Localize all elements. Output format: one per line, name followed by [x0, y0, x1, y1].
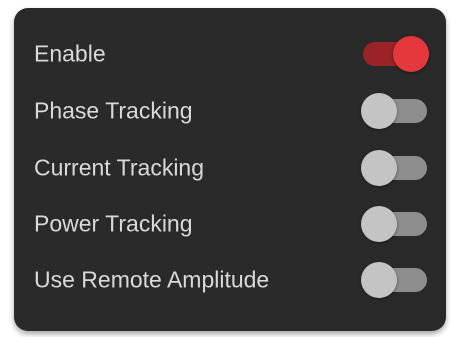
power-tracking-row: Power Tracking	[14, 204, 446, 244]
enable-label: Enable	[34, 40, 106, 67]
toggle-thumb	[361, 262, 397, 298]
phase-tracking-row: Phase Tracking	[14, 91, 446, 131]
phase-tracking-label: Phase Tracking	[34, 97, 193, 124]
current-tracking-label: Current Tracking	[34, 154, 205, 181]
enable-row: Enable	[14, 34, 446, 74]
phase-tracking-toggle[interactable]	[361, 93, 429, 129]
use-remote-amplitude-label: Use Remote Amplitude	[34, 266, 270, 293]
toggle-thumb	[361, 93, 397, 129]
power-tracking-label: Power Tracking	[34, 210, 193, 237]
current-tracking-row: Current Tracking	[14, 148, 446, 188]
use-remote-amplitude-toggle[interactable]	[361, 262, 429, 298]
use-remote-amplitude-row: Use Remote Amplitude	[14, 260, 446, 300]
toggle-thumb	[361, 206, 397, 242]
toggle-thumb	[361, 150, 397, 186]
settings-panel: Enable Phase Tracking Current Tracking P…	[14, 8, 446, 331]
current-tracking-toggle[interactable]	[361, 150, 429, 186]
toggle-thumb	[393, 36, 429, 72]
enable-toggle[interactable]	[361, 36, 429, 72]
power-tracking-toggle[interactable]	[361, 206, 429, 242]
